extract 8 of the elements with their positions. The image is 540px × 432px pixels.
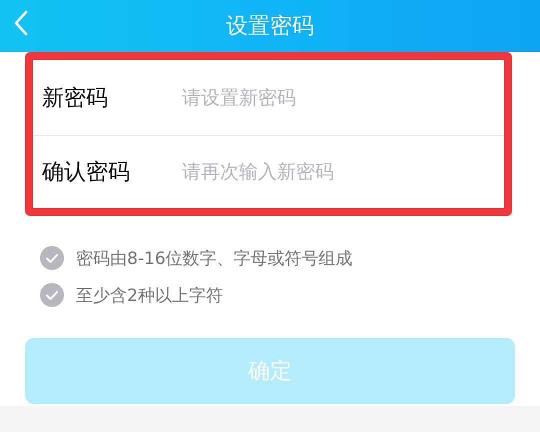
field-label: 新密码 <box>42 84 109 113</box>
back-icon[interactable] <box>14 10 28 36</box>
rule-text: 密码由8-16位数字、字母或符号组成 <box>76 248 353 270</box>
page-title: 设置密码 <box>226 13 314 41</box>
password-field[interactable]: 请设置新密码 <box>182 86 482 109</box>
password-field[interactable]: 请再次输入新密码 <box>182 161 482 184</box>
rule-text: 至少含2种以上字符 <box>76 284 223 306</box>
field-label: 确认密码 <box>42 159 131 188</box>
